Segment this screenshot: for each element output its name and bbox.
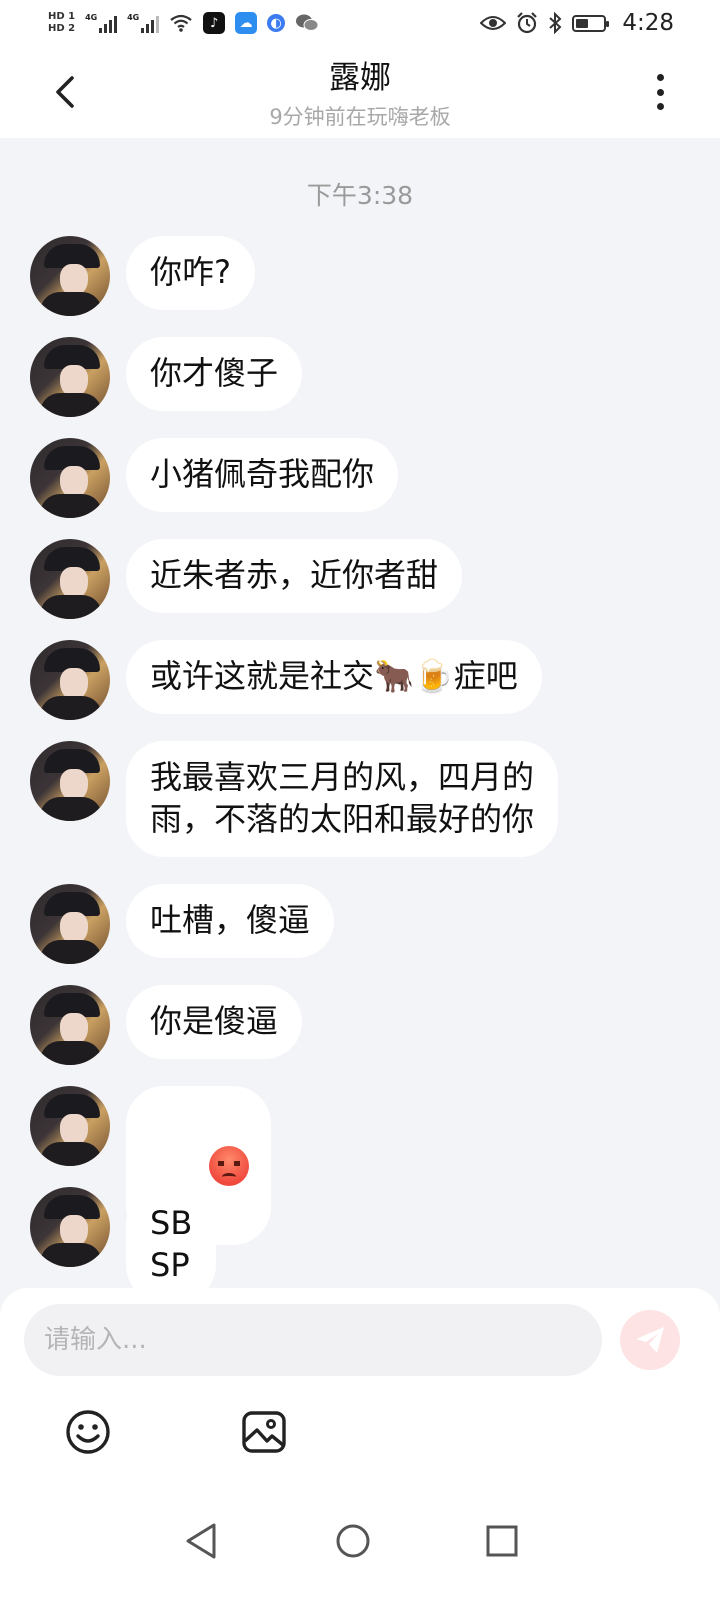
wifi-icon [170, 14, 192, 32]
header-title-block: 露娜 9分钟前在玩嗨老板 [0, 52, 720, 131]
message-bubble[interactable]: 你咋? [126, 236, 255, 310]
alarm-icon [517, 12, 538, 34]
message-bubble[interactable]: 我最喜欢三月的风，四月的 雨，不落的太阳和最好的你 [126, 741, 559, 857]
image-icon[interactable] [240, 1408, 288, 1456]
system-nav-bar [0, 1493, 720, 1600]
composer [0, 1288, 720, 1493]
message-row: 你咋? [30, 236, 255, 316]
avatar[interactable] [30, 1086, 110, 1166]
message-bubble[interactable]: 小猪佩奇我配你 [126, 438, 399, 512]
more-vertical-icon[interactable] [640, 70, 680, 114]
contact-name: 露娜 [329, 60, 391, 96]
message-row: 你才傻子 [30, 337, 303, 417]
hd2-label: HD 2 [48, 23, 76, 34]
avatar[interactable] [30, 539, 110, 619]
message-row: 或许这就是社交🐂🍺症吧 [30, 640, 542, 720]
eye-icon [480, 16, 507, 30]
browser-app-icon: ◐ [267, 14, 286, 32]
chat-header: 露娜 9分钟前在玩嗨老板 [0, 46, 720, 138]
message-row: 你是傻逼 [30, 985, 303, 1065]
avatar[interactable] [30, 236, 110, 316]
message-bubble[interactable]: 或许这就是社交🐂🍺症吧 [126, 640, 542, 714]
message-bubble[interactable]: 你才傻子 [126, 337, 303, 411]
avatar[interactable] [30, 884, 110, 964]
circle-home-icon[interactable] [329, 1517, 377, 1565]
message-row: 小猪佩奇我配你 [30, 438, 399, 518]
chat-area[interactable]: 下午3:38 你咋? 你才傻子 小猪佩奇我配你 近朱者赤，近你者甜 或许这就是社… [0, 138, 720, 1290]
message-bubble[interactable]: 吐槽，傻逼 [126, 884, 335, 958]
signal-2-icon: 4G [127, 13, 160, 33]
message-bubble[interactable]: SB SP [126, 1187, 217, 1290]
message-row: 我最喜欢三月的风，四月的 雨，不落的太阳和最好的你 [30, 741, 559, 857]
angry-face-icon [209, 1146, 250, 1186]
message-row: 吐槽，傻逼 [30, 884, 335, 964]
avatar[interactable] [30, 985, 110, 1065]
bluetooth-icon [549, 12, 562, 34]
wechat-app-icon [296, 14, 319, 31]
hd-indicator: HD 1 HD 2 [48, 11, 75, 35]
status-bar-left: HD 1 HD 2 4G 4G ♪ ☁ ◐ [48, 11, 319, 35]
tiktok-app-icon: ♪ [203, 12, 226, 34]
square-recents-icon[interactable] [478, 1517, 526, 1565]
hd1-label: HD 1 [48, 11, 76, 22]
status-time: 4:28 [622, 10, 674, 36]
weather-app-icon: ☁ [235, 12, 258, 34]
status-bar-right: 4:28 [480, 10, 674, 36]
message-bubble[interactable]: 你是傻逼 [126, 985, 303, 1059]
message-row: SB SP [30, 1187, 217, 1290]
avatar[interactable] [30, 438, 110, 518]
message-timestamp: 下午3:38 [306, 181, 414, 210]
avatar[interactable] [30, 1187, 110, 1267]
avatar[interactable] [30, 741, 110, 821]
contact-status: 9分钟前在玩嗨老板 [269, 105, 451, 129]
avatar[interactable] [30, 337, 110, 417]
avatar[interactable] [30, 640, 110, 720]
message-input[interactable] [24, 1304, 602, 1376]
signal-1-icon: 4G [85, 13, 118, 33]
message-row: 近朱者赤，近你者甜 [30, 539, 463, 619]
status-bar: HD 1 HD 2 4G 4G ♪ ☁ ◐ 4:28 [0, 0, 720, 46]
message-bubble[interactable]: 近朱者赤，近你者甜 [126, 539, 463, 613]
battery-icon [572, 14, 610, 32]
triangle-back-icon[interactable] [178, 1517, 226, 1565]
net2-label: 4G [127, 13, 140, 22]
smiley-icon[interactable] [64, 1408, 112, 1456]
net1-label: 4G [85, 13, 98, 22]
send-button[interactable] [620, 1310, 680, 1370]
paper-plane-icon [636, 1327, 664, 1353]
